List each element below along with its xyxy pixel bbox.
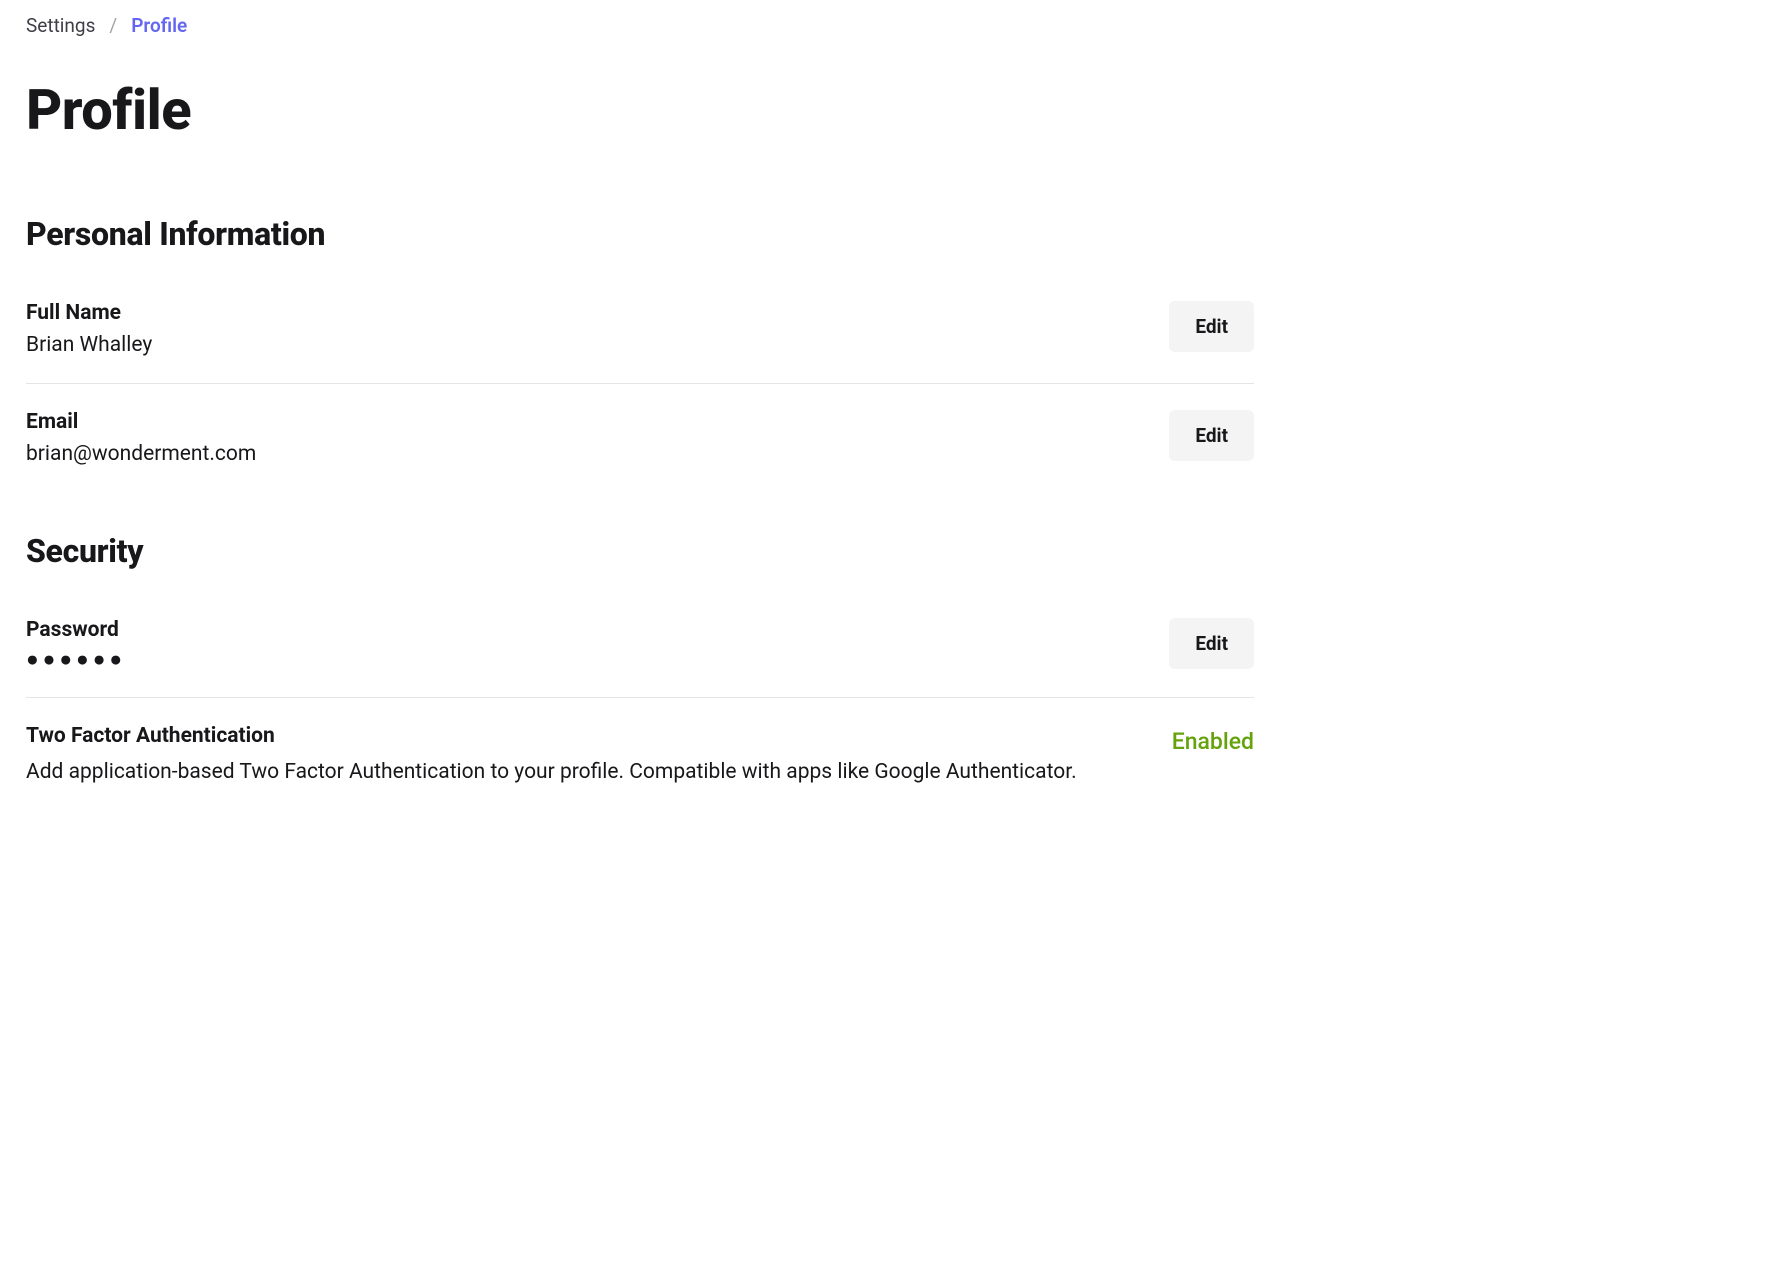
two-factor-row: Two Factor Authentication Add applicatio…	[26, 724, 1254, 815]
breadcrumb-current: Profile	[131, 14, 187, 37]
breadcrumb-separator: /	[109, 14, 117, 37]
two-factor-status-badge: Enabled	[1172, 724, 1254, 755]
security-heading: Security	[26, 532, 1254, 570]
two-factor-label: Two Factor Authentication	[26, 724, 1172, 748]
breadcrumb-settings-link[interactable]: Settings	[26, 14, 95, 37]
password-label: Password	[26, 618, 1169, 642]
personal-information-section: Personal Information Full Name Brian Wha…	[26, 215, 1254, 492]
full-name-row: Full Name Brian Whalley Edit	[26, 301, 1254, 384]
email-row: Email brian@wonderment.com Edit	[26, 410, 1254, 492]
edit-full-name-button[interactable]: Edit	[1169, 301, 1254, 352]
personal-information-heading: Personal Information	[26, 215, 1254, 253]
edit-password-button[interactable]: Edit	[1169, 618, 1254, 669]
page-title: Profile	[26, 77, 1254, 143]
email-label: Email	[26, 410, 1169, 434]
breadcrumb: Settings / Profile	[26, 14, 1254, 37]
security-section: Security Password ●●●●●● Edit Two Factor…	[26, 532, 1254, 815]
password-value: ●●●●●●	[26, 650, 1169, 671]
full-name-value: Brian Whalley	[26, 333, 1169, 357]
edit-email-button[interactable]: Edit	[1169, 410, 1254, 461]
password-row: Password ●●●●●● Edit	[26, 618, 1254, 698]
email-value: brian@wonderment.com	[26, 442, 1169, 466]
two-factor-description: Add application-based Two Factor Authent…	[26, 756, 1172, 789]
full-name-label: Full Name	[26, 301, 1169, 325]
